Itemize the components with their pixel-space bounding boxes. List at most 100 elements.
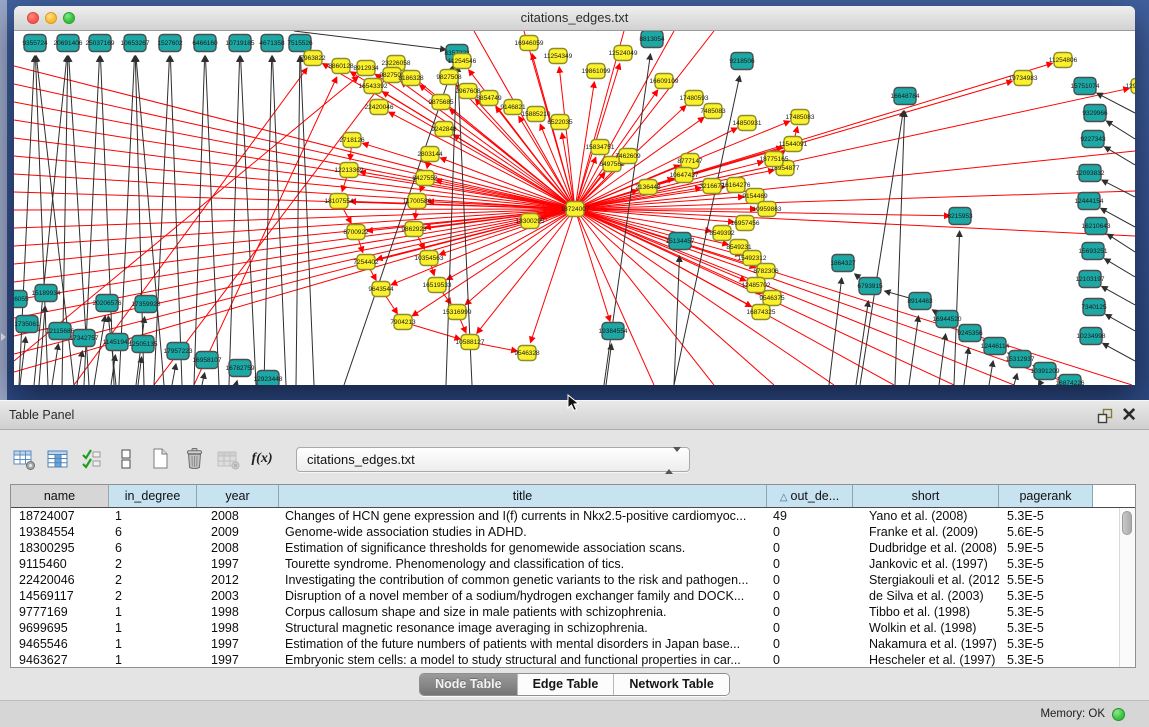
table-row[interactable]: 1830029562008Estimation of significance … (11, 540, 1135, 556)
graph-node-teal[interactable]: 15751074 (1071, 78, 1100, 95)
table-settings-icon[interactable] (12, 446, 36, 472)
graph-node-teal[interactable]: 25037169 (86, 35, 115, 52)
graph-node-teal[interactable]: 11451940 (103, 334, 132, 351)
graph-node-yellow[interactable]: 7904213 (390, 315, 416, 330)
graph-node-teal[interactable]: 6793915 (857, 278, 883, 295)
rows-icon[interactable] (114, 446, 138, 472)
graph-node-teal[interactable]: 16210643 (1082, 218, 1111, 235)
graph-node-yellow[interactable]: 9862923 (401, 222, 427, 237)
graph-node-yellow[interactable]: 10588127 (456, 335, 485, 350)
graph-node-yellow[interactable]: 10354563 (415, 251, 444, 266)
graph-node-yellow[interactable]: 8860128 (328, 59, 354, 74)
tab-network-table[interactable]: Network Table (613, 674, 729, 695)
graph-node-yellow[interactable]: 9827505 (379, 68, 405, 83)
graph-node-yellow[interactable]: 12524049 (609, 46, 638, 61)
graph-node-teal[interactable]: 16782759 (226, 360, 255, 377)
graph-node-teal[interactable]: 9218506 (729, 53, 755, 70)
graph-node-teal[interactable]: 1527602 (157, 35, 183, 52)
divider-handle-icon[interactable] (1, 333, 6, 341)
graph-node-teal[interactable]: 16648784 (891, 88, 920, 105)
graph-node-yellow[interactable]: 8912934 (353, 61, 379, 76)
graph-node-yellow[interactable]: 18107554 (325, 194, 354, 209)
graph-node-yellow[interactable]: 17480593 (680, 91, 709, 106)
graph-node-yellow[interactable]: 11254349 (544, 49, 573, 64)
graph-node-yellow[interactable]: 8427552 (412, 171, 438, 186)
graph-node-yellow[interactable]: 9146821 (500, 100, 526, 115)
graph-node-teal[interactable]: 10234998 (1077, 328, 1106, 345)
graph-node-teal[interactable]: 12923448 (254, 371, 283, 386)
new-file-icon[interactable] (148, 446, 172, 472)
graph-node-teal[interactable]: 16944520 (933, 311, 962, 328)
table-row[interactable]: 1456911722003Disruption of a novel membe… (11, 588, 1135, 604)
graph-node-yellow[interactable]: 9242848 (431, 122, 457, 137)
graph-node-teal[interactable]: 12505135 (129, 336, 158, 353)
table-row[interactable]: 911546021997Tourette syndrome. Phenomeno… (11, 556, 1135, 572)
column-header-in_degree[interactable]: in_degree (109, 485, 197, 507)
graph-node-teal[interactable]: 15312937 (1006, 351, 1035, 368)
function-icon[interactable]: f(x) (250, 446, 274, 472)
split-pane-divider[interactable] (0, 0, 7, 400)
graph-node-yellow[interactable]: 9643544 (368, 282, 394, 297)
graph-node-yellow[interactable]: 2136448 (635, 180, 661, 195)
table-row[interactable]: 977716911998Corpus callosum shape and si… (11, 604, 1135, 620)
graph-node-teal[interactable]: 12115686 (46, 323, 75, 340)
table-row[interactable]: 1938455462009Genome-wide association stu… (11, 524, 1135, 540)
graph-node-teal[interactable]: 10391209 (1031, 363, 1060, 380)
graph-node-teal[interactable]: 7515526 (287, 35, 313, 52)
graph-node-yellow[interactable]: 16519533 (423, 278, 452, 293)
graph-node-yellow[interactable]: 2803144 (417, 147, 443, 162)
graph-node-teal[interactable]: 19384554 (599, 323, 628, 340)
graph-node-yellow[interactable]: 16946059 (515, 36, 544, 51)
graph-node-teal[interactable]: 8215953 (947, 208, 973, 225)
column-header-out_de[interactable]: △out_de... (767, 485, 853, 507)
graph-node-yellow[interactable]: 11254806 (1049, 53, 1078, 68)
graph-node-teal[interactable]: 1864327 (830, 255, 856, 272)
trash-icon[interactable] (182, 446, 206, 472)
table-row[interactable]: 946554611997Estimation of the future num… (11, 636, 1135, 652)
column-header-title[interactable]: title (279, 485, 767, 507)
graph-node-teal[interactable]: 17359928 (132, 296, 161, 313)
graph-node-teal[interactable]: 8914463 (907, 293, 933, 310)
graph-node-yellow[interactable]: 8549392 (709, 226, 735, 241)
graph-node-teal[interactable]: 12446114 (981, 338, 1010, 355)
graph-node-yellow[interactable]: 14850931 (733, 116, 762, 131)
table-row[interactable]: 2242004622012Investigating the contribut… (11, 572, 1135, 588)
graph-node-teal[interactable]: 12103197 (1076, 271, 1105, 288)
graph-node-yellow[interactable]: 2718126 (339, 133, 365, 148)
graph-node-yellow[interactable]: 8782306 (753, 264, 779, 279)
network-graph-canvas[interactable]: 9355724206914062503716910653267152760264… (14, 31, 1135, 385)
graph-node-yellow[interactable]: 11544091 (779, 137, 808, 152)
graph-node-yellow[interactable]: 7254402 (353, 255, 379, 270)
graph-node-teal[interactable]: 16958107 (193, 352, 222, 369)
tab-node-table[interactable]: Node Table (420, 674, 516, 695)
scrollbar-thumb[interactable] (1122, 511, 1132, 535)
table-row[interactable]: 1872400712008Changes of HCN gene express… (11, 508, 1135, 524)
graph-node-yellow[interactable]: 9546328 (514, 346, 540, 361)
tab-edge-table[interactable]: Edge Table (517, 674, 614, 695)
import-table-icon[interactable] (216, 446, 240, 472)
graph-node-yellow[interactable]: 3216677 (699, 179, 725, 194)
graph-node-teal[interactable]: 1735061 (14, 316, 40, 333)
graph-node-yellow[interactable]: 17485083 (786, 110, 815, 125)
graph-node-teal[interactable]: 16874226 (1056, 375, 1085, 386)
graph-node-teal[interactable]: 7340125 (1081, 299, 1107, 316)
show-columns-icon[interactable] (46, 446, 70, 472)
graph-node-yellow[interactable]: 8700922 (343, 225, 369, 240)
graph-node-teal[interactable]: 9227343 (1080, 131, 1106, 148)
graph-node-yellow[interactable]: 7462609 (615, 149, 641, 164)
graph-node-teal[interactable]: 8813054 (639, 31, 665, 48)
graph-node-teal[interactable]: 9355724 (22, 35, 48, 52)
graph-node-teal[interactable]: 12444154 (1075, 193, 1104, 210)
graph-node-yellow[interactable]: 15316999 (443, 305, 472, 320)
table-row[interactable]: 946362711997Embryonic stem cells: a mode… (11, 652, 1135, 668)
column-header-short[interactable]: short (853, 485, 999, 507)
graph-node-teal[interactable]: 9329966 (1082, 105, 1108, 122)
graph-node-teal[interactable]: 10653267 (121, 35, 150, 52)
graph-node-yellow[interactable]: 19861099 (582, 64, 611, 79)
graph-node-teal[interactable]: 2526055 (14, 291, 29, 308)
graph-node-yellow[interactable]: 9875685 (428, 95, 454, 110)
graph-node-teal[interactable]: 12093832 (1076, 165, 1105, 182)
column-header-name[interactable]: name (11, 485, 109, 507)
graph-node-yellow[interactable]: 8854749 (476, 91, 502, 106)
graph-node-teal[interactable]: 17342757 (70, 330, 99, 347)
